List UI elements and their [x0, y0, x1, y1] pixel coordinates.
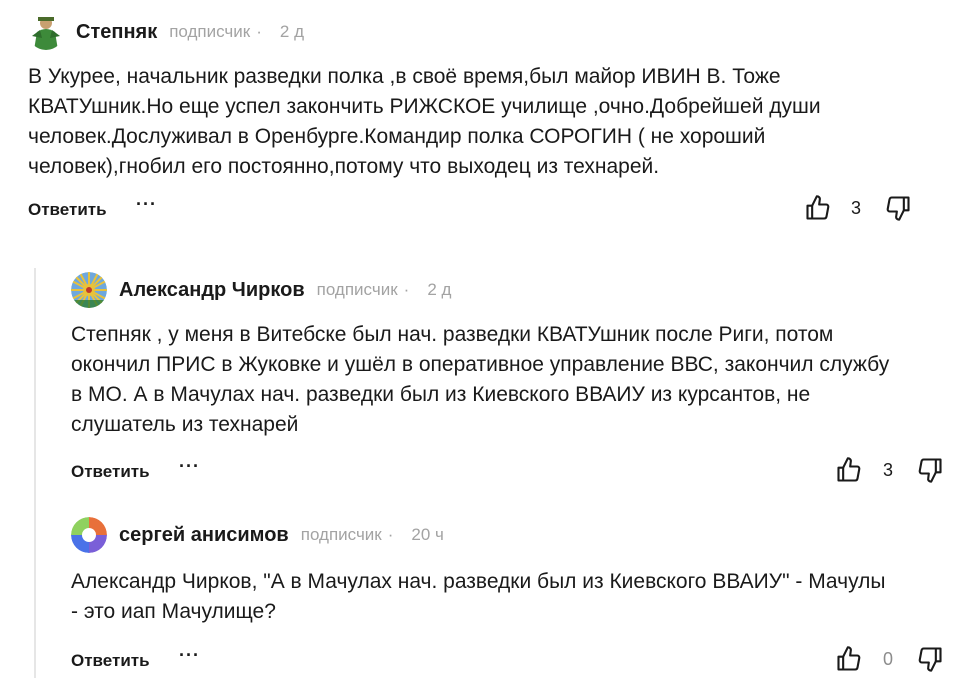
comment-text-line: Степняк , у меня в Витебске был нач. раз…: [71, 323, 834, 346]
reply-button[interactable]: Ответить: [71, 462, 150, 482]
separator-dot: ·: [387, 525, 394, 544]
author-name[interactable]: Александр Чирков: [119, 279, 305, 302]
like-count: 3: [883, 460, 894, 480]
comment-text-line: человек),гнобил его постоянно,потому что…: [28, 155, 660, 178]
comment-text-line: КВАТУшник.Но еще успел закончить РИЖСКОЕ…: [28, 95, 821, 118]
more-icon[interactable]: ···: [136, 194, 157, 215]
comment-actions: Ответить ··· 0: [71, 645, 958, 677]
thumbs-up-icon[interactable]: [835, 645, 863, 673]
avatar-anisimov[interactable]: [71, 517, 107, 553]
comment-header: Степняк подписчик · 2 д: [28, 14, 958, 50]
thumbs-up-icon[interactable]: [835, 456, 863, 484]
comment-text-line: окончил ПРИС в Жуковке и ушёл в оператив…: [71, 353, 890, 376]
comment-text-line: человек.Дослуживал в Оренбурге.Командир …: [28, 125, 766, 148]
thumbs-down-icon[interactable]: [884, 194, 912, 222]
comment-text: Александр Чирков, "А в Мачулах нач. разв…: [71, 567, 958, 627]
avatar-chirkov[interactable]: [71, 272, 107, 308]
author-name[interactable]: сергей анисимов: [119, 524, 289, 547]
comment-time: 20 ч: [411, 525, 444, 544]
thread-line: [34, 268, 36, 678]
reply-button[interactable]: Ответить: [28, 200, 107, 220]
comment-text-line: слушатель из технарей: [71, 413, 299, 436]
author-role: подписчик: [169, 22, 251, 41]
comment-time: 2 д: [279, 22, 304, 41]
like-count: 0: [883, 649, 894, 669]
separator-dot: ·: [403, 280, 410, 299]
comment-actions: Ответить ··· 3: [28, 194, 958, 226]
like-count: 3: [851, 198, 862, 218]
comment-text: Степняк , у меня в Витебске был нач. раз…: [71, 320, 958, 440]
comment-time: 2 д: [427, 280, 452, 299]
comment-header: Александр Чирков подписчик · 2 д: [71, 272, 958, 308]
comment-header: сергей анисимов подписчик · 20 ч: [71, 517, 958, 553]
separator-dot: ·: [256, 22, 262, 41]
comment-text-line: В Укурее, начальник разведки полка ,в св…: [28, 65, 781, 88]
thumbs-down-icon[interactable]: [916, 456, 944, 484]
comment-2: Александр Чирков подписчик · 2 д Степняк…: [71, 272, 958, 488]
comment-text-line: в МО. А в Мачулах нач. разведки был из К…: [71, 383, 811, 406]
author-role: подписчик: [316, 280, 398, 299]
more-icon[interactable]: ···: [179, 645, 200, 666]
more-icon[interactable]: ···: [179, 456, 200, 477]
reply-button[interactable]: Ответить: [71, 651, 150, 671]
thumbs-up-icon[interactable]: [804, 194, 832, 222]
comment-text: В Укурее, начальник разведки полка ,в св…: [28, 62, 958, 182]
avatar-stepnyak[interactable]: [28, 14, 64, 50]
author-name[interactable]: Степняк: [76, 21, 157, 44]
comment-3: сергей анисимов подписчик · 20 ч Алексан…: [71, 517, 958, 677]
comment-1: Степняк подписчик · 2 д В Укурее, началь…: [28, 14, 958, 226]
thumbs-down-icon[interactable]: [916, 645, 944, 673]
comment-text-line: - это иап Мачулище?: [71, 600, 276, 623]
comment-text-line: Александр Чирков, "А в Мачулах нач. разв…: [71, 570, 886, 593]
comment-actions: Ответить ··· 3: [71, 456, 958, 488]
author-role: подписчик: [300, 525, 382, 544]
